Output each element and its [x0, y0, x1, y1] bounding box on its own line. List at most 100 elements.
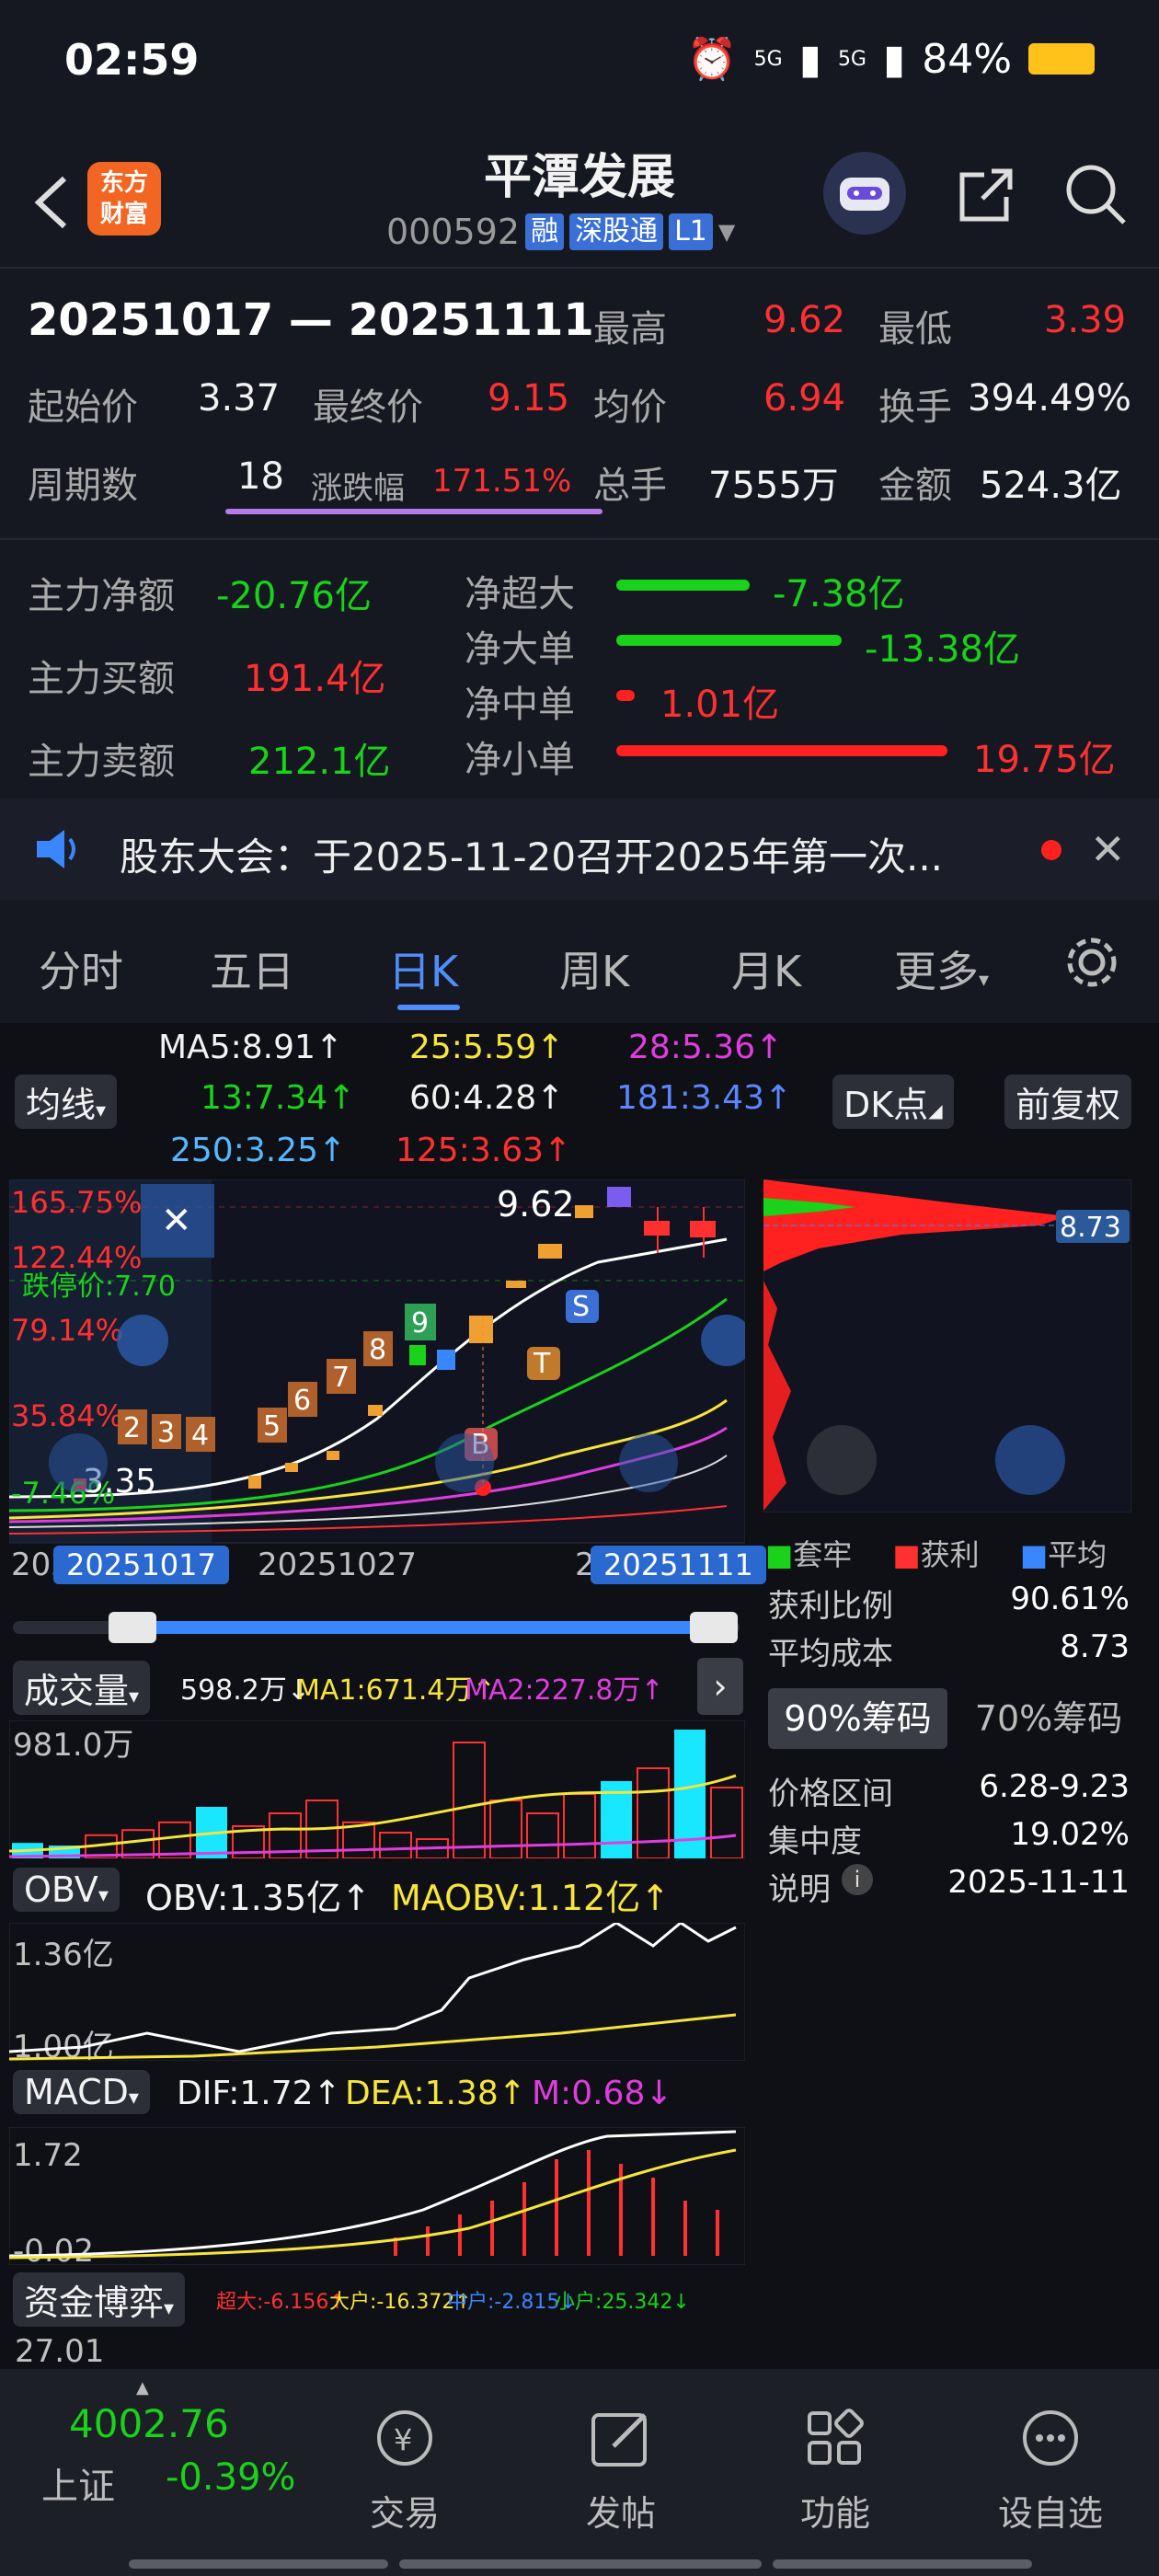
- index-name[interactable]: 上证: [41, 2456, 115, 2510]
- svg-text:6: 6: [293, 1385, 311, 1417]
- avg-label: 均价: [593, 386, 667, 429]
- divider: [0, 267, 1159, 269]
- tab-daily-k[interactable]: 日K: [388, 938, 458, 999]
- chevron-down-icon[interactable]: ▼: [718, 219, 735, 245]
- high-price-mark: 9.62: [497, 1184, 575, 1225]
- ma181-value: 181:3.43↑: [616, 1079, 793, 1117]
- date-range: 20251017 — 20251111: [28, 294, 594, 346]
- change-value: 171.51%: [432, 463, 572, 500]
- expand-right-icon[interactable]: ›: [697, 1658, 743, 1715]
- battery-icon: [1028, 43, 1095, 75]
- concentration-value: 19.02%: [1010, 1816, 1130, 1853]
- app-header: 东方 财富 平潭发展 000592 融 深股通 L1 ▼: [0, 129, 1159, 267]
- flow-label-mid: 净中单: [465, 684, 575, 726]
- turnover-label: 换手: [878, 386, 952, 429]
- search-icon[interactable]: [1058, 156, 1131, 230]
- drag-handle-left-icon[interactable]: [117, 1315, 168, 1366]
- tab-chip-90[interactable]: 90%筹码: [768, 1688, 947, 1749]
- volume-axis-label: 981.0万: [13, 1727, 133, 1764]
- end-value: 9.15: [488, 377, 570, 420]
- periods-label: 周期数: [28, 465, 138, 507]
- nav-trade[interactable]: ¥ 交易: [331, 2406, 478, 2536]
- kline-chart[interactable]: 165.75% 122.44% 79.14% 35.84% -7.46% 跌停价…: [9, 1179, 745, 1603]
- range-right-handle[interactable]: [690, 1612, 738, 1643]
- info-icon[interactable]: i: [842, 1864, 873, 1895]
- flow-bar-small: [616, 745, 947, 756]
- expand-icon[interactable]: [995, 1425, 1065, 1495]
- tab-intraday[interactable]: 分时: [39, 938, 123, 999]
- buy-label: 主力买额: [28, 658, 175, 700]
- svg-text:T: T: [533, 1348, 551, 1380]
- chip-next-icon[interactable]: [807, 1425, 877, 1495]
- obv-value: OBV:1.35亿↑: [145, 1878, 371, 1918]
- nav-functions[interactable]: 功能: [762, 2406, 909, 2536]
- macd-select-button[interactable]: MACD▾: [13, 2070, 150, 2114]
- flow-bar-big: [616, 635, 842, 646]
- home-indicator-segment: [399, 2559, 762, 2569]
- tag-level: L1: [669, 213, 713, 250]
- signal-2-icon: 5G: [837, 47, 866, 71]
- range-left-handle[interactable]: [109, 1612, 156, 1643]
- fast-rewind-icon[interactable]: [49, 1433, 108, 1492]
- volume-select-button[interactable]: 成交量▾: [13, 1661, 151, 1715]
- tag-connect: 深股通: [569, 213, 664, 250]
- note-date: 2025-11-11: [947, 1864, 1130, 1901]
- index-value[interactable]: 4002.76: [69, 2401, 229, 2446]
- obv-chart: 1.36亿 1.00亿: [9, 1923, 745, 2061]
- limit-down-label: 跌停价:7.70: [22, 1271, 176, 1303]
- flow-value-small: 19.75亿: [973, 739, 1116, 781]
- ma5-value: MA5:8.91↑: [158, 1029, 344, 1066]
- amount-value: 524.3亿: [980, 465, 1122, 507]
- robot-assistant-icon[interactable]: [823, 152, 906, 235]
- share-icon[interactable]: [947, 156, 1021, 230]
- svg-text:3: 3: [157, 1417, 175, 1449]
- rewind-icon[interactable]: [435, 1433, 494, 1492]
- tab-more[interactable]: 更多▾: [894, 938, 989, 999]
- capital-axis-label: 27.01: [15, 2333, 105, 2370]
- macd-axis-top: 1.72: [13, 2137, 83, 2174]
- net-label: 主力净额: [28, 575, 175, 617]
- amount-label: 金额: [878, 465, 952, 507]
- volume-chart: 981.0万: [9, 1720, 745, 1858]
- ma28-value: 28:5.36↑: [628, 1029, 784, 1066]
- close-icon[interactable]: ✕: [1090, 824, 1126, 874]
- obv-select-button[interactable]: OBV▾: [13, 1868, 120, 1912]
- nav-post[interactable]: 发帖: [547, 2406, 694, 2536]
- tab-monthly-k[interactable]: 月K: [731, 938, 801, 999]
- svg-text:9: 9: [411, 1307, 429, 1340]
- close-icon[interactable]: ✕: [161, 1200, 192, 1242]
- tab-chip-70[interactable]: 70%筹码: [966, 1688, 1131, 1749]
- sell-label: 主力卖额: [28, 741, 175, 783]
- sell-value: 212.1亿: [248, 741, 391, 783]
- capital-game-select-button[interactable]: 资金博弈▾: [13, 2272, 186, 2327]
- prev-icon[interactable]: [619, 1433, 678, 1492]
- chip-distribution-chart[interactable]: 8.73: [763, 1179, 1131, 1512]
- adjust-button[interactable]: 前复权: [1004, 1075, 1132, 1129]
- ma-select-button[interactable]: 均线▾: [15, 1075, 118, 1129]
- index-change[interactable]: -0.39%: [166, 2456, 296, 2499]
- speaker-icon: [33, 826, 85, 876]
- volume-label: 总手: [593, 465, 667, 507]
- notice-bar[interactable]: 股东大会：于2025-11-20召开2025年第一次... ✕: [0, 799, 1159, 900]
- svg-text:S: S: [572, 1291, 590, 1323]
- pct-label-3: 79.14%: [11, 1313, 123, 1348]
- flow-label-small: 净小单: [465, 739, 575, 781]
- price-range-label: 价格区间: [768, 1776, 893, 1812]
- dk-point-button[interactable]: DK点◢: [832, 1075, 954, 1129]
- concentration-label: 集中度: [768, 1823, 862, 1860]
- tab-weekly-k[interactable]: 周K: [559, 938, 629, 999]
- svg-text:4: 4: [191, 1420, 209, 1452]
- tab-five-day[interactable]: 五日: [210, 938, 294, 999]
- profit-label: 获利比例: [768, 1588, 893, 1625]
- nav-watchlist[interactable]: 设自选: [977, 2406, 1124, 2536]
- active-tab-indicator: [397, 1005, 460, 1010]
- flow-value-mid: 1.01亿: [660, 684, 780, 726]
- change-underline: [225, 509, 602, 514]
- range-selection[interactable]: [131, 1621, 719, 1634]
- flow-label-super: 净超大: [465, 573, 575, 615]
- macd-chart: 1.72 -0.02: [9, 2127, 745, 2265]
- avg-value: 6.94: [763, 377, 846, 420]
- home-indicator-segment: [773, 2559, 1032, 2569]
- flow-bar-mid: [616, 690, 635, 701]
- settings-gear-icon[interactable]: [1062, 933, 1121, 995]
